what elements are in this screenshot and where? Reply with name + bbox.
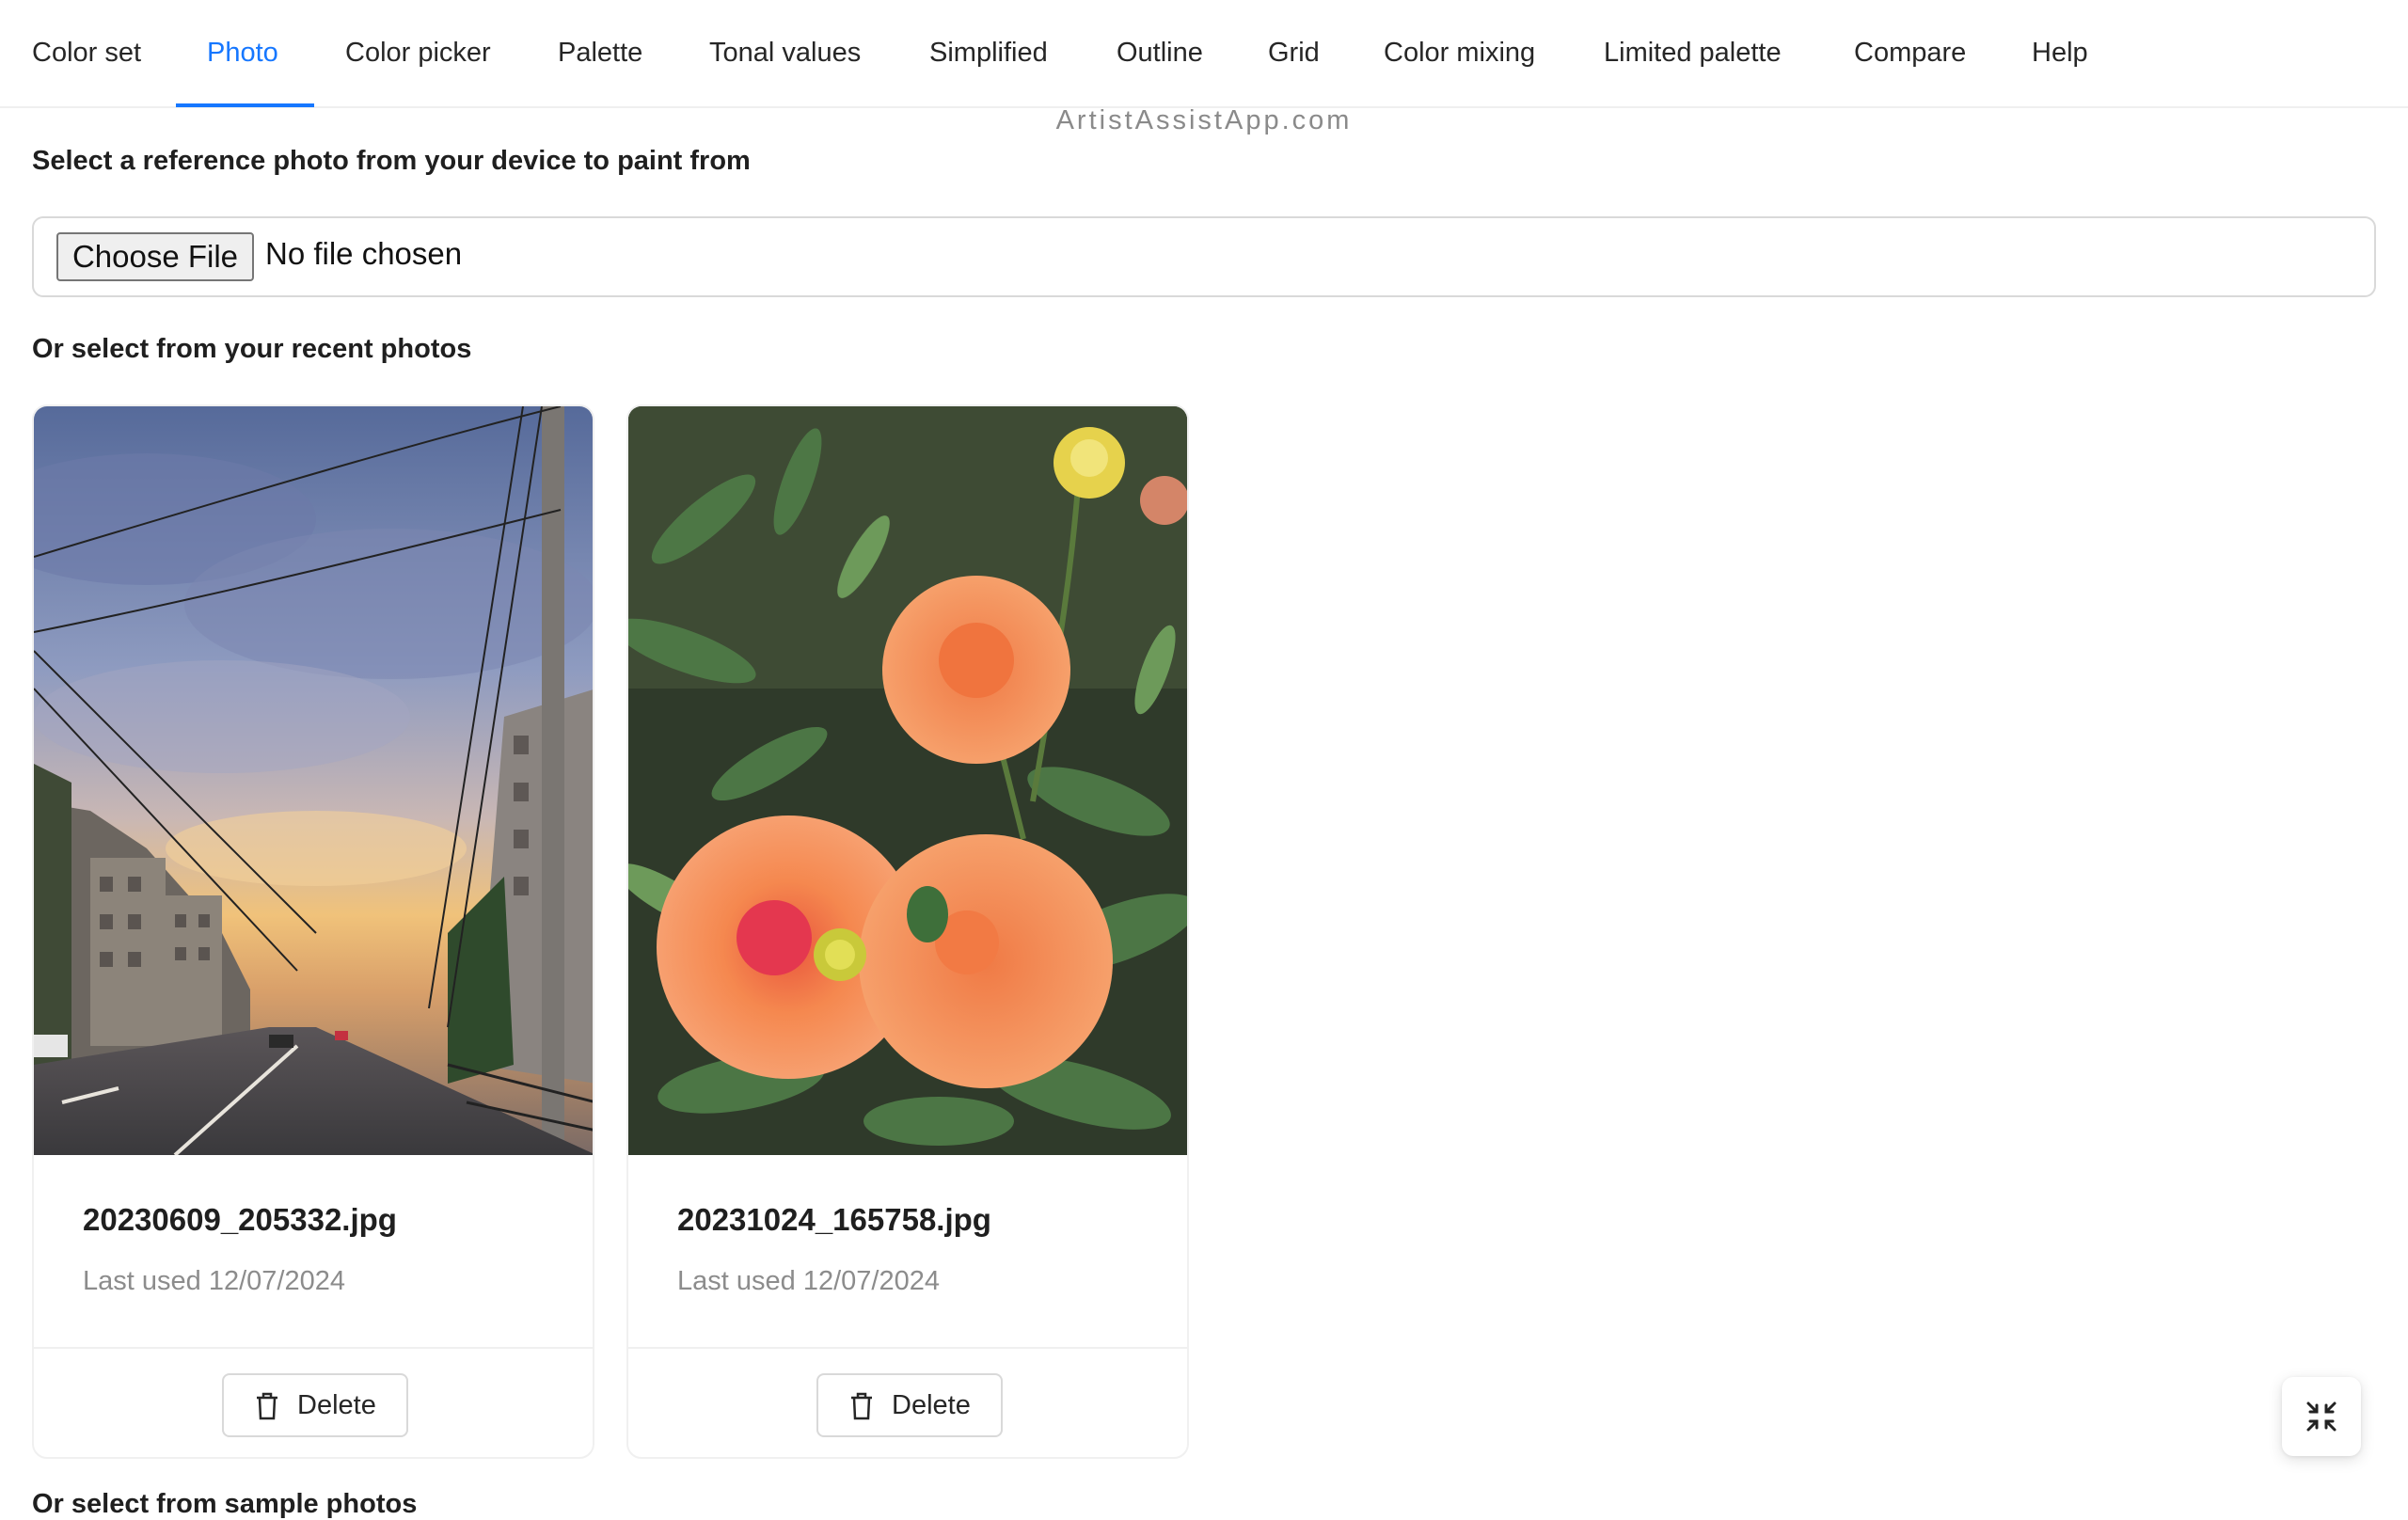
fullscreen-exit-button[interactable]: [2282, 1377, 2361, 1456]
file-input[interactable]: Choose File No file chosen: [32, 216, 2376, 297]
tab-color-set[interactable]: Color set: [32, 0, 141, 108]
tab-compare[interactable]: Compare: [1854, 0, 1966, 108]
tab-photo[interactable]: Photo: [207, 0, 278, 108]
choose-file-button[interactable]: Choose File: [56, 232, 254, 281]
tab-color-mixing[interactable]: Color mixing: [1384, 0, 1535, 108]
file-status: No file chosen: [265, 236, 463, 271]
recent-photo-card[interactable]: 20231024_165758.jpg Last used 12/07/2024…: [626, 404, 1189, 1459]
trash-icon: [851, 1392, 872, 1420]
recent-photo-card[interactable]: 20230609_205332.jpg Last used 12/07/2024…: [32, 404, 594, 1459]
tab-bar: Color set Photo Color picker Palette Ton…: [0, 0, 2408, 108]
photo-filename: 20230609_205332.jpg: [83, 1202, 397, 1237]
tab-limited-palette[interactable]: Limited palette: [1604, 0, 1782, 108]
recent-photos-label: Or select from your recent photos: [32, 334, 472, 364]
card-actions: Delete: [628, 1347, 1187, 1457]
watermark: ArtistAssistApp.com: [1055, 105, 1353, 135]
tab-simplified[interactable]: Simplified: [929, 0, 1048, 108]
photo-thumbnail[interactable]: [34, 406, 593, 1155]
photo-last-used: Last used 12/07/2024: [83, 1266, 345, 1296]
card-actions: Delete: [34, 1347, 593, 1457]
trash-icon: [257, 1392, 277, 1420]
delete-button[interactable]: Delete: [816, 1373, 1003, 1437]
photo-last-used: Last used 12/07/2024: [677, 1266, 940, 1296]
delete-label: Delete: [892, 1390, 971, 1420]
tab-outline[interactable]: Outline: [1117, 0, 1203, 108]
photo-filename: 20231024_165758.jpg: [677, 1202, 991, 1237]
tab-help[interactable]: Help: [2032, 0, 2088, 108]
upload-label: Select a reference photo from your devic…: [32, 146, 751, 176]
compress-icon: [2306, 1401, 2337, 1432]
tab-palette[interactable]: Palette: [558, 0, 642, 108]
photo-thumbnail[interactable]: [628, 406, 1187, 1155]
delete-button[interactable]: Delete: [222, 1373, 408, 1437]
tab-grid[interactable]: Grid: [1268, 0, 1320, 108]
tab-color-picker[interactable]: Color picker: [345, 0, 491, 108]
tab-tonal-values[interactable]: Tonal values: [709, 0, 861, 108]
delete-label: Delete: [297, 1390, 376, 1420]
